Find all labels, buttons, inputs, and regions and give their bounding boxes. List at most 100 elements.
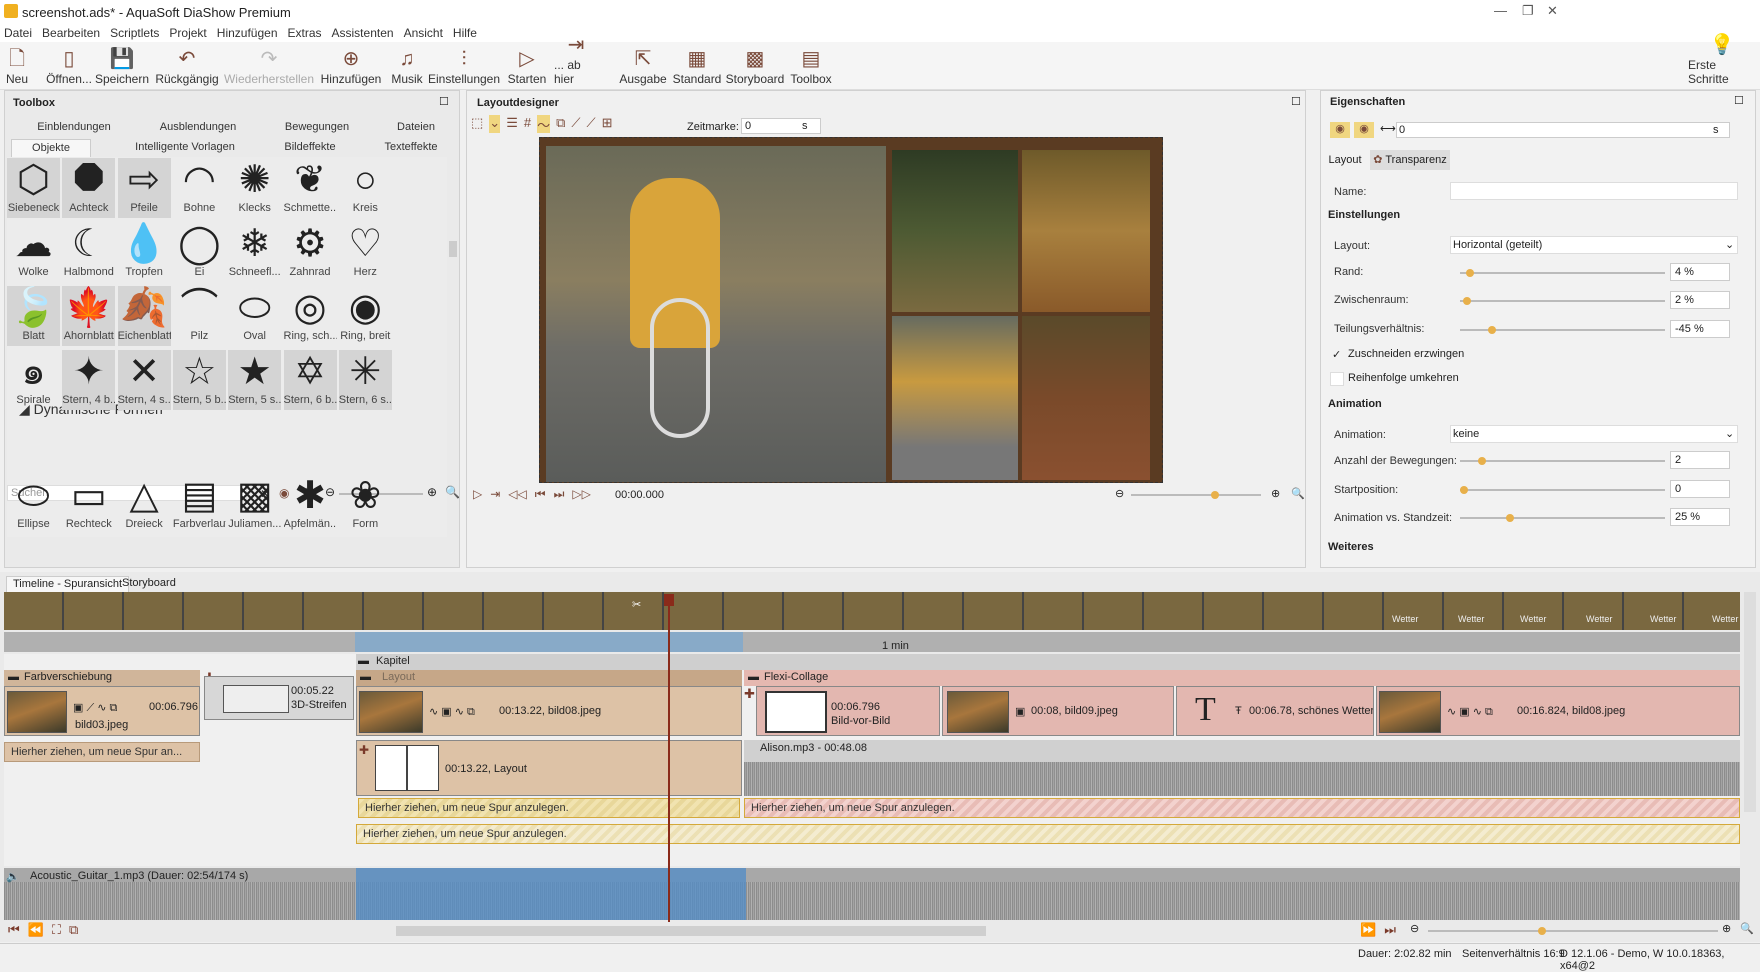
chapter-bar[interactable]: ▬ Kapitel — [356, 654, 1740, 670]
rewind-icon[interactable]: ◁◁ — [508, 487, 526, 502]
dynamic-shape-1[interactable]: ▭ Rechteck — [62, 474, 115, 534]
add-track-icon-2[interactable]: ✚ — [744, 686, 755, 702]
timeline-zoom-fit-icon[interactable]: 🔍 — [1740, 922, 1754, 935]
reihenfolge-checkbox[interactable] — [1330, 372, 1344, 386]
farbverschiebung-bar[interactable]: ▬ Farbverschiebung — [4, 670, 200, 686]
timeline-ruler[interactable] — [4, 632, 1740, 652]
photo-child-bike[interactable] — [892, 316, 1018, 480]
layout-group-bar[interactable]: ▬ Layout — [356, 670, 742, 686]
shape-0-4[interactable]: ✺ Klecks — [228, 158, 281, 218]
animation-select[interactable]: keine ⌄ — [1450, 425, 1738, 443]
drop-zone-chapter[interactable]: Hierher ziehen, um neue Spur anzulegen. — [356, 824, 1740, 844]
menu-assistenten[interactable]: Assistenten — [332, 26, 394, 40]
clip-layout[interactable]: ✚ 00:13.22, Layout — [356, 740, 742, 796]
add-button[interactable]: ⊕ Hinzufügen — [320, 42, 382, 90]
clip-text[interactable]: T Ŧ 00:06.78, schönes Wetter — [1176, 686, 1374, 736]
tab-objekte[interactable]: Objekte — [11, 139, 91, 157]
drop-zone-left[interactable]: Hierher ziehen, um neue Spur an... — [4, 742, 200, 762]
play-from-icon[interactable]: ⇥ — [490, 487, 500, 502]
nav-zoom-icon[interactable]: ⧉ — [69, 922, 78, 938]
minimize-icon[interactable]: — — [1494, 3, 1507, 18]
clip-bild03[interactable]: ▣ ⟋ ∿ ⧉ 00:06.796 bild03.jpeg — [4, 686, 200, 736]
shape-2-2[interactable]: 🍂 Eichenblatt — [117, 286, 171, 346]
nav-next-icon[interactable]: ⏩ — [1360, 922, 1376, 938]
layout-collapse-icon[interactable]: ▬ — [360, 671, 371, 683]
tab-storyboard[interactable]: Storyboard — [122, 577, 176, 589]
layout-zoom-out-icon[interactable]: ⊖ — [1115, 487, 1124, 500]
shape-1-6[interactable]: ♡ Herz — [339, 222, 392, 282]
zoom-fit-icon[interactable]: 🔍 — [445, 485, 460, 499]
start-from-here-button[interactable]: ⇥... ab hier — [554, 34, 598, 90]
shape-3-5[interactable]: ✡ Stern, 6 b... — [283, 350, 337, 410]
photo-forest-1[interactable] — [892, 150, 1018, 312]
shape-2-5[interactable]: ◎ Ring, sch... — [284, 286, 337, 346]
shape-2-6[interactable]: ◉ Ring, breit — [339, 286, 392, 346]
clip-layout-bild08[interactable]: ∿ ▣ ∿ ⧉ 00:13.22, bild08.jpeg — [356, 686, 742, 736]
toolbox-maximize-icon[interactable]: ☐ — [439, 95, 449, 108]
layout-zoom-fit-icon[interactable]: 🔍 — [1291, 487, 1305, 500]
tab-dateien[interactable]: Dateien — [381, 121, 451, 133]
menu-projekt[interactable]: Projekt — [169, 26, 206, 40]
anzahl-input[interactable]: 2 — [1670, 451, 1730, 469]
shape-3-3[interactable]: ☆ Stern, 5 b... — [172, 350, 226, 410]
startposition-input[interactable]: 0 — [1670, 480, 1730, 498]
menu-bearbeiten[interactable]: Bearbeiten — [42, 26, 100, 40]
zuschneiden-checkbox[interactable]: ✓ — [1332, 348, 1344, 361]
shape-2-3[interactable]: ⌒ Pilz — [173, 286, 226, 346]
teilung-slider[interactable] — [1460, 326, 1665, 334]
path-icon[interactable]: 〜 — [537, 115, 551, 133]
tab-bewegungen[interactable]: Bewegungen — [267, 121, 367, 133]
new-button[interactable]: 🗋 Neu — [2, 42, 32, 90]
playhead-marker-icon[interactable] — [664, 594, 674, 606]
flexi-group-bar[interactable]: ▬ Flexi-Collage — [744, 670, 1740, 686]
audio-alison[interactable]: Alison.mp3 - 00:48.08 — [744, 740, 1740, 796]
layout-canvas[interactable] — [539, 137, 1163, 483]
shape-scrollbar[interactable] — [449, 241, 457, 257]
zwischenraum-input[interactable]: 2 % — [1670, 291, 1730, 309]
start-button[interactable]: ▷ Starten — [508, 42, 547, 90]
menu-ansicht[interactable]: Ansicht — [404, 26, 443, 40]
rand-slider[interactable] — [1460, 269, 1665, 277]
scissors-icon[interactable]: ✂ — [632, 598, 641, 611]
shape-0-5[interactable]: ❦ Schmette... — [284, 158, 337, 218]
menu-hilfe[interactable]: Hilfe — [453, 26, 477, 40]
first-steps-button[interactable]: 💡 Erste Schritte — [1688, 34, 1756, 90]
shape-1-1[interactable]: ☾ Halbmond — [62, 222, 115, 282]
name-input[interactable] — [1450, 182, 1738, 200]
shape-0-0[interactable]: ⬡ Siebeneck — [7, 158, 60, 218]
restore-icon[interactable]: ❐ — [1522, 3, 1534, 19]
nav-start-icon[interactable]: ⏮ — [8, 922, 20, 938]
output-button[interactable]: ⇱ Ausgabe — [619, 42, 666, 90]
zwischenraum-slider[interactable] — [1460, 297, 1665, 305]
startposition-slider[interactable] — [1460, 486, 1665, 494]
shape-3-6[interactable]: ✳ Stern, 6 s... — [338, 350, 392, 410]
music-button[interactable]: ♫ Musik — [390, 42, 424, 90]
teilung-input[interactable]: -45 % — [1670, 320, 1730, 338]
flexi-collapse-icon[interactable]: ▬ — [748, 671, 759, 683]
tab-einblendungen[interactable]: Einblendungen — [19, 121, 129, 133]
shape-3-1[interactable]: ✦ Stern, 4 b... — [62, 350, 116, 410]
shape-3-2[interactable]: ✕ Stern, 4 s... — [117, 350, 171, 410]
rand-input[interactable]: 4 % — [1670, 263, 1730, 281]
tab-texteffekte[interactable]: Texteffekte — [371, 141, 451, 153]
timeline-zoom-slider[interactable] — [1428, 927, 1718, 935]
drop-zone-layout[interactable]: Hierher ziehen, um neue Spur anzulegen. — [358, 798, 740, 818]
photo-family[interactable] — [1022, 316, 1150, 480]
farb-collapse-icon[interactable]: ▬ — [8, 671, 19, 683]
clip-bild-vor-bild[interactable]: 00:06.796 Bild-vor-Bild — [756, 686, 940, 736]
zoom-in-icon[interactable]: ⊕ — [427, 485, 437, 499]
tab-bildeffekte[interactable]: Bildeffekte — [267, 141, 353, 153]
shape-2-4[interactable]: ⬭ Oval — [228, 286, 281, 346]
zeitmarke-input[interactable]: 0s — [741, 118, 821, 134]
curve-icon[interactable]: ⟋ — [571, 115, 580, 133]
save-button[interactable]: 💾 Speichern — [95, 42, 149, 90]
play-icon[interactable]: ▷ — [473, 487, 482, 502]
clip-bild08b[interactable]: ∿ ▣ ∿ ⧉ 00:16.824, bild08.jpeg — [1376, 686, 1740, 736]
anzahl-slider[interactable] — [1460, 457, 1665, 465]
clip-3d-streifen[interactable]: 00:05.22 3D-Streifen — [204, 676, 354, 720]
shape-0-1[interactable]: ⯃ Achteck — [62, 158, 116, 218]
timeline-scrollbar-v[interactable] — [1744, 592, 1756, 812]
visibility-toggle-icon[interactable]: ◉ — [1330, 122, 1350, 138]
crop-icon[interactable]: ⧉ — [556, 115, 565, 133]
shape-3-4[interactable]: ★ Stern, 5 s... — [228, 350, 282, 410]
